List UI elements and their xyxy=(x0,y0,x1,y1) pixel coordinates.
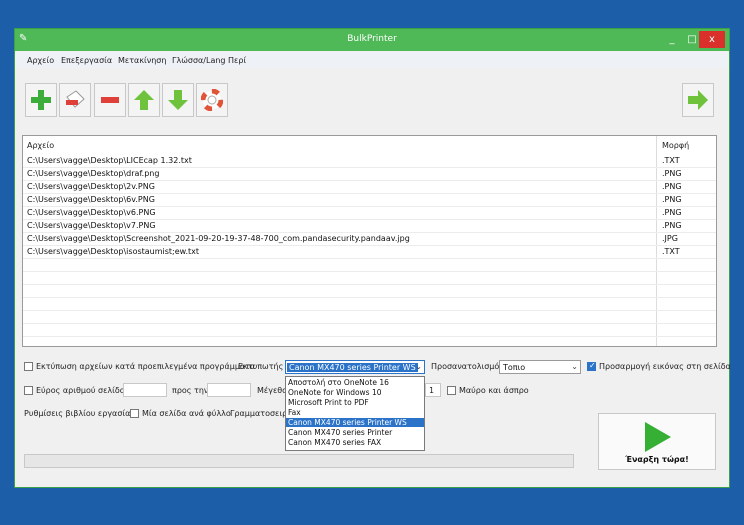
table-row[interactable]: C:\Users\vagge\Desktop\6v.PNG .PNG xyxy=(23,193,716,207)
table-row[interactable]: C:\Users\vagge\Desktop\draf.png .PNG xyxy=(23,167,716,181)
file-format: .PNG xyxy=(662,195,682,204)
main-window: ✎ BulkPrinter _ □ x Αρχείο Επεξεργασία Μ… xyxy=(14,28,731,488)
next-icon xyxy=(688,90,708,110)
menu-about[interactable]: Περί xyxy=(228,56,246,65)
column-format-header[interactable]: Μορφή xyxy=(662,141,689,150)
remove-icon xyxy=(66,90,85,108)
remove-file-button[interactable] xyxy=(59,83,91,117)
one-page-per-sheet-checkbox[interactable] xyxy=(130,409,139,418)
add-button[interactable] xyxy=(25,83,57,117)
file-path: C:\Users\vagge\Desktop\2v.PNG xyxy=(27,182,155,191)
printer-option[interactable]: Fax xyxy=(286,408,424,417)
printer-label: Εκτυπωτής xyxy=(238,362,284,371)
move-up-button[interactable] xyxy=(128,83,160,117)
table-row-empty xyxy=(23,258,716,272)
file-format: .TXT xyxy=(662,156,680,165)
printer-option[interactable]: Canon MX470 series FAX xyxy=(286,438,424,447)
close-button[interactable]: x xyxy=(699,31,725,48)
file-path: C:\Users\vagge\Desktop\Screenshot_2021-0… xyxy=(27,234,410,243)
page-to-input[interactable] xyxy=(207,383,251,397)
printer-select-value: Canon MX470 series Printer WS xyxy=(287,363,418,372)
orientation-select[interactable]: Τοπιο ⌄ xyxy=(499,360,581,374)
print-default-programs-checkbox[interactable] xyxy=(24,362,33,371)
size-input[interactable]: 1 xyxy=(425,383,441,397)
start-now-button[interactable]: Έναρξη τώρα! xyxy=(598,413,716,470)
menu-bar: Αρχείο Επεξεργασία Μετακίνηση Γλώσσα/Lan… xyxy=(15,52,729,68)
window-title: BulkPrinter xyxy=(347,34,397,44)
page-to-label: προς την xyxy=(172,386,209,395)
help-icon xyxy=(201,89,223,111)
play-icon xyxy=(645,422,671,452)
menu-language[interactable]: Γλώσσα/Lang xyxy=(172,56,226,65)
page-range-checkbox[interactable] xyxy=(24,386,33,395)
add-icon xyxy=(31,90,51,110)
minimize-button[interactable]: _ xyxy=(661,31,683,48)
table-row[interactable]: C:\Users\vagge\Desktop\v6.PNG .PNG xyxy=(23,206,716,220)
column-file-header[interactable]: Αρχείο xyxy=(27,141,54,150)
clear-icon xyxy=(101,97,119,103)
table-row-empty xyxy=(23,271,716,285)
table-row-empty xyxy=(23,323,716,337)
printer-option[interactable]: Microsoft Print to PDF xyxy=(286,398,424,407)
move-down-button[interactable] xyxy=(162,83,194,117)
progress-bar xyxy=(24,454,574,468)
title-bar[interactable]: ✎ BulkPrinter _ □ x xyxy=(15,29,729,51)
table-row[interactable]: C:\Users\vagge\Desktop\2v.PNG .PNG xyxy=(23,180,716,194)
page-range-label: Εύρος αριθμού σελίδος xyxy=(36,386,130,395)
file-path: C:\Users\vagge\Desktop\v6.PNG xyxy=(27,208,156,217)
printer-option-selected[interactable]: Canon MX470 series Printer WS xyxy=(286,418,424,427)
file-path: C:\Users\vagge\Desktop\LICEcap 1.32.txt xyxy=(27,156,192,165)
move-down-icon xyxy=(168,90,188,110)
black-white-label: Μαύρο και άσπρο xyxy=(459,386,529,395)
table-row[interactable]: C:\Users\vagge\Desktop\LICEcap 1.32.txt.… xyxy=(23,154,716,168)
printer-option[interactable]: Canon MX470 series Printer xyxy=(286,428,424,437)
size-label: Μέγεθο xyxy=(257,386,288,395)
help-button[interactable] xyxy=(196,83,228,117)
workbook-settings-label: Ρυθμίσεις βιβλίου εργασίας: xyxy=(24,409,138,418)
gridlines-label: Γραμματοσειρά xyxy=(230,409,293,418)
fit-image-label: Προσαρμογή εικόνας στη σελίδα xyxy=(599,362,731,371)
file-format: .PNG xyxy=(662,208,682,217)
start-now-label: Έναρξη τώρα! xyxy=(625,455,689,464)
printer-select[interactable]: Canon MX470 series Printer WS ⌄ xyxy=(285,360,425,374)
table-row-empty xyxy=(23,310,716,324)
file-format: .PNG xyxy=(662,169,682,178)
menu-move[interactable]: Μετακίνηση xyxy=(118,56,166,65)
orientation-label: Προσανατολισμός xyxy=(431,362,504,371)
black-white-checkbox[interactable] xyxy=(447,386,456,395)
file-list[interactable]: Αρχείο Μορφή C:\Users\vagge\Desktop\LICE… xyxy=(22,135,717,347)
file-format: .JPG xyxy=(662,234,678,243)
chevron-down-icon: ⌄ xyxy=(571,362,578,371)
table-row[interactable]: C:\Users\vagge\Desktop\isostaumist;ew.tx… xyxy=(23,245,716,259)
page-from-input[interactable] xyxy=(123,383,167,397)
next-button[interactable] xyxy=(682,83,714,117)
printer-option[interactable]: OneNote for Windows 10 xyxy=(286,388,424,397)
file-path: C:\Users\vagge\Desktop\isostaumist;ew.tx… xyxy=(27,247,200,256)
move-up-icon xyxy=(134,90,154,110)
table-row-empty xyxy=(23,284,716,298)
size-value: 1 xyxy=(429,386,435,395)
file-path: C:\Users\vagge\Desktop\6v.PNG xyxy=(27,195,155,204)
table-row-empty xyxy=(23,297,716,311)
file-path: C:\Users\vagge\Desktop\v7.PNG xyxy=(27,221,156,230)
file-format: .PNG xyxy=(662,182,682,191)
table-row[interactable]: C:\Users\vagge\Desktop\v7.PNG .PNG xyxy=(23,219,716,233)
file-format: .PNG xyxy=(662,221,682,230)
print-default-programs-label: Εκτύπωση αρχείων κατά προεπιλεγμένα προγ… xyxy=(36,362,256,371)
clear-list-button[interactable] xyxy=(94,83,126,117)
printer-dropdown-list[interactable]: Αποστολή στο OneNote 16 OneNote for Wind… xyxy=(285,376,425,451)
file-format: .TXT xyxy=(662,247,680,256)
file-path: C:\Users\vagge\Desktop\draf.png xyxy=(27,169,160,178)
one-page-per-sheet-label: Μία σελίδα ανά φύλλο xyxy=(142,409,231,418)
printer-option[interactable]: Αποστολή στο OneNote 16 xyxy=(286,378,424,387)
menu-file[interactable]: Αρχείο xyxy=(27,56,54,65)
chevron-down-icon: ⌄ xyxy=(415,362,422,371)
menu-edit[interactable]: Επεξεργασία xyxy=(61,56,112,65)
table-row[interactable]: C:\Users\vagge\Desktop\Screenshot_2021-0… xyxy=(23,232,716,246)
fit-image-checkbox[interactable] xyxy=(587,361,596,371)
orientation-select-value: Τοπιο xyxy=(503,363,526,372)
